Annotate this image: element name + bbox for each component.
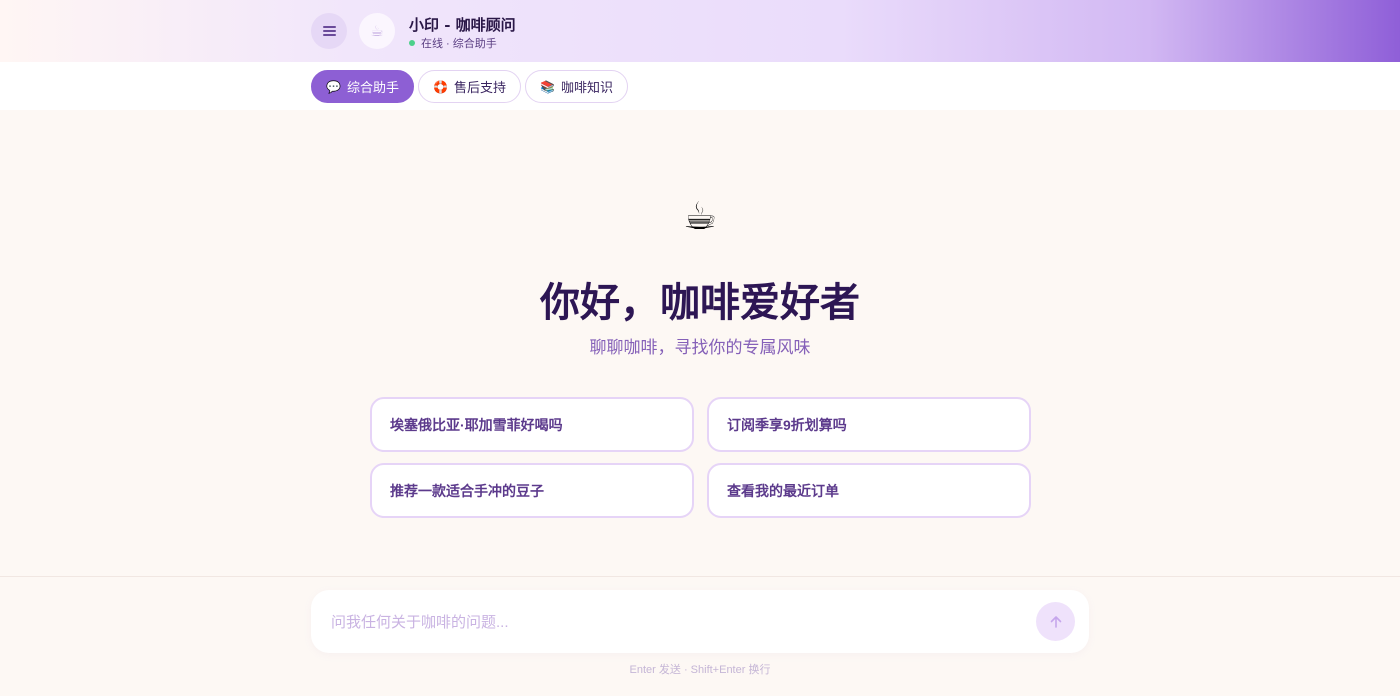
tab-label: 综合助手	[346, 80, 399, 95]
mode-tabs: 💬 综合助手 🛟 售后支持 📚 咖啡知识	[0, 62, 1400, 110]
status-indicator: 在线 · 综合助手	[409, 35, 497, 51]
message-composer	[311, 590, 1089, 653]
hot-coffee-icon: ☕	[682, 196, 718, 238]
arrow-up-icon	[1050, 615, 1061, 628]
menu-button[interactable]	[311, 13, 347, 49]
lifebuoy-icon: 🛟	[433, 79, 448, 94]
welcome-subheading: 聊聊咖啡，寻找你的专属风味	[589, 338, 811, 357]
tab-coffee-knowledge[interactable]: 📚 咖啡知识	[525, 70, 628, 103]
tab-label: 售后支持	[453, 80, 506, 95]
suggestion-button[interactable]: 推荐一款适合手冲的豆子	[370, 463, 694, 518]
coffee-cup-icon: ☕	[359, 13, 395, 49]
online-dot-icon	[409, 40, 415, 46]
composer-divider	[0, 576, 1400, 577]
send-button[interactable]	[1036, 602, 1075, 641]
books-icon: 📚	[540, 79, 555, 94]
page-title: 小印 - 咖啡顾问	[409, 16, 516, 34]
keyboard-hint: Enter 发送 · Shift+Enter 换行	[629, 664, 771, 676]
app-header: ☕ 小印 - 咖啡顾问 在线 · 综合助手	[0, 0, 1400, 62]
suggestion-button[interactable]: 埃塞俄比亚·耶加雪菲好喝吗	[370, 397, 694, 452]
suggestion-button[interactable]: 查看我的最近订单	[707, 463, 1031, 518]
suggestion-button[interactable]: 订阅季享9折划算吗	[707, 397, 1031, 452]
message-input[interactable]	[331, 608, 1021, 636]
chat-bubble-icon: 💬	[326, 79, 341, 94]
status-text: 在线 · 综合助手	[421, 38, 497, 50]
tab-label: 咖啡知识	[560, 80, 613, 95]
tab-general-assistant[interactable]: 💬 综合助手	[311, 70, 414, 103]
tab-after-sales[interactable]: 🛟 售后支持	[418, 70, 521, 103]
hamburger-menu-icon	[322, 26, 336, 36]
welcome-heading: 你好，咖啡爱好者	[540, 279, 860, 326]
